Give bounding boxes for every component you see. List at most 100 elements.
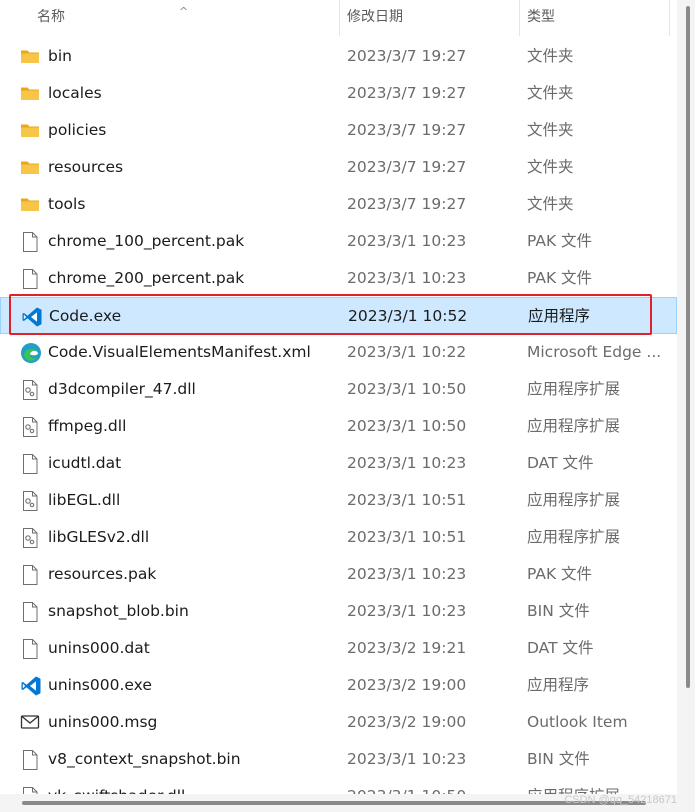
file-type: DAT 文件 bbox=[527, 639, 594, 657]
file-type: 应用程序扩展 bbox=[527, 528, 621, 546]
dll-icon bbox=[20, 408, 44, 445]
file-modified-date: 2023/3/1 10:23 bbox=[347, 602, 467, 620]
file-name: tools bbox=[48, 195, 86, 213]
file-type: 应用程序 bbox=[528, 307, 591, 325]
file-type: Microsoft Edge ... bbox=[527, 343, 662, 361]
file-modified-date: 2023/3/1 10:50 bbox=[347, 417, 467, 435]
file-name: resources.pak bbox=[48, 565, 157, 583]
folder-icon bbox=[20, 149, 44, 186]
dll-icon bbox=[20, 371, 44, 408]
column-header-type[interactable]: 类型 bbox=[520, 0, 670, 36]
file-row[interactable]: libEGL.dll 2023/3/1 10:51 应用程序扩展 bbox=[0, 482, 677, 519]
vertical-scrollbar-thumb[interactable] bbox=[686, 6, 690, 688]
file-icon bbox=[20, 260, 44, 297]
file-type: DAT 文件 bbox=[527, 454, 594, 472]
column-type-label: 类型 bbox=[527, 9, 555, 25]
folder-icon bbox=[20, 186, 44, 223]
dll-icon bbox=[20, 519, 44, 556]
file-row[interactable]: chrome_100_percent.pak 2023/3/1 10:23 PAK … bbox=[0, 223, 677, 260]
file-modified-date: 2023/3/2 19:21 bbox=[347, 639, 467, 657]
file-type: BIN 文件 bbox=[527, 602, 590, 620]
file-row[interactable]: tools 2023/3/7 19:27 文件夹 bbox=[0, 186, 677, 223]
column-header-name[interactable]: 名称 ^ bbox=[0, 0, 340, 36]
file-type: 应用程序扩展 bbox=[527, 380, 621, 398]
file-type: 文件夹 bbox=[527, 47, 574, 65]
file-row[interactable]: chrome_200_percent.pak 2023/3/1 10:23 PAK … bbox=[0, 260, 677, 297]
file-row[interactable]: v8_context_snapshot.bin 2023/3/1 10:23 BIN… bbox=[0, 741, 677, 778]
vscode-icon bbox=[20, 667, 44, 704]
file-row[interactable]: d3dcompiler_47.dll 2023/3/1 10:50 应用程序扩展 bbox=[0, 371, 677, 408]
file-modified-date: 2023/3/7 19:27 bbox=[347, 47, 467, 65]
file-type: PAK 文件 bbox=[527, 232, 593, 250]
file-modified-date: 2023/3/2 19:00 bbox=[347, 676, 467, 694]
file-name: d3dcompiler_47.dll bbox=[48, 380, 196, 398]
file-name: resources bbox=[48, 158, 124, 176]
file-name: unins000.msg bbox=[48, 713, 158, 731]
file-name: ffmpeg.dll bbox=[48, 417, 127, 435]
column-date-label: 修改日期 bbox=[347, 9, 403, 25]
file-type: 应用程序扩展 bbox=[527, 417, 621, 435]
file-name: snapshot_blob.bin bbox=[48, 602, 189, 620]
file-name: libGLESv2.dll bbox=[48, 528, 150, 546]
file-row[interactable]: libGLESv2.dll 2023/3/1 10:51 应用程序扩展 bbox=[0, 519, 677, 556]
file-row[interactable]: Code.exe 2023/3/1 10:52 应用程序 bbox=[0, 297, 677, 334]
folder-icon bbox=[20, 75, 44, 112]
file-name: icudtl.dat bbox=[48, 454, 122, 472]
file-row[interactable]: bin 2023/3/7 19:27 文件夹 bbox=[0, 38, 677, 75]
file-row[interactable]: policies 2023/3/7 19:27 文件夹 bbox=[0, 112, 677, 149]
column-header-date[interactable]: 修改日期 bbox=[340, 0, 520, 36]
folder-icon bbox=[20, 112, 44, 149]
folder-icon bbox=[20, 38, 44, 75]
file-row[interactable]: Code.VisualElementsManifest.xml 2023/3/1 … bbox=[0, 334, 677, 371]
file-row[interactable]: resources 2023/3/7 19:27 文件夹 bbox=[0, 149, 677, 186]
file-name: chrome_100_percent.pak bbox=[48, 232, 245, 250]
file-modified-date: 2023/3/1 10:50 bbox=[347, 380, 467, 398]
file-name: policies bbox=[48, 121, 107, 139]
dll-icon bbox=[20, 482, 44, 519]
file-type: 文件夹 bbox=[527, 158, 574, 176]
watermark: CSDN @qq_54218671 bbox=[564, 794, 677, 806]
vertical-scrollbar[interactable] bbox=[677, 0, 695, 812]
file-modified-date: 2023/3/7 19:27 bbox=[347, 195, 467, 213]
mail-icon bbox=[20, 704, 44, 741]
file-modified-date: 2023/3/1 10:23 bbox=[347, 269, 467, 287]
file-modified-date: 2023/3/1 10:51 bbox=[347, 528, 467, 546]
file-type: 文件夹 bbox=[527, 84, 574, 102]
file-row[interactable]: resources.pak 2023/3/1 10:23 PAK 文件 bbox=[0, 556, 677, 593]
file-type: PAK 文件 bbox=[527, 269, 593, 287]
file-row[interactable]: unins000.msg 2023/3/2 19:00 Outlook Item bbox=[0, 704, 677, 741]
file-type: BIN 文件 bbox=[527, 750, 590, 768]
file-modified-date: 2023/3/1 10:23 bbox=[347, 232, 467, 250]
file-name: Code.VisualElementsManifest.xml bbox=[48, 343, 311, 361]
file-name: Code.exe bbox=[49, 307, 122, 325]
file-modified-date: 2023/3/1 10:51 bbox=[347, 491, 467, 509]
file-modified-date: 2023/3/2 19:00 bbox=[347, 713, 467, 731]
file-modified-date: 2023/3/1 10:23 bbox=[347, 454, 467, 472]
file-row[interactable]: unins000.dat 2023/3/2 19:21 DAT 文件 bbox=[0, 630, 677, 667]
vscode-icon bbox=[21, 298, 45, 333]
file-name: chrome_200_percent.pak bbox=[48, 269, 245, 287]
file-row[interactable]: ffmpeg.dll 2023/3/1 10:50 应用程序扩展 bbox=[0, 408, 677, 445]
file-row[interactable]: unins000.exe 2023/3/2 19:00 应用程序 bbox=[0, 667, 677, 704]
file-name: unins000.exe bbox=[48, 676, 152, 694]
file-type: Outlook Item bbox=[527, 713, 628, 731]
file-name: locales bbox=[48, 84, 102, 102]
file-icon bbox=[20, 445, 44, 482]
file-icon bbox=[20, 593, 44, 630]
file-row[interactable]: locales 2023/3/7 19:27 文件夹 bbox=[0, 75, 677, 112]
file-modified-date: 2023/3/7 19:27 bbox=[347, 84, 467, 102]
file-modified-date: 2023/3/1 10:22 bbox=[347, 343, 467, 361]
file-row[interactable]: icudtl.dat 2023/3/1 10:23 DAT 文件 bbox=[0, 445, 677, 482]
file-modified-date: 2023/3/7 19:27 bbox=[347, 121, 467, 139]
edge-icon bbox=[20, 334, 44, 371]
file-row[interactable]: snapshot_blob.bin 2023/3/1 10:23 BIN 文件 bbox=[0, 593, 677, 630]
file-type: 应用程序扩展 bbox=[527, 491, 621, 509]
file-type: PAK 文件 bbox=[527, 565, 593, 583]
file-type: 应用程序 bbox=[527, 676, 590, 694]
file-icon bbox=[20, 630, 44, 667]
column-name-label: 名称 bbox=[37, 9, 65, 25]
file-type: 文件夹 bbox=[527, 121, 574, 139]
horizontal-scrollbar-thumb[interactable] bbox=[22, 801, 646, 805]
column-header: 名称 ^ 修改日期 类型 bbox=[0, 0, 677, 36]
file-icon bbox=[20, 741, 44, 778]
